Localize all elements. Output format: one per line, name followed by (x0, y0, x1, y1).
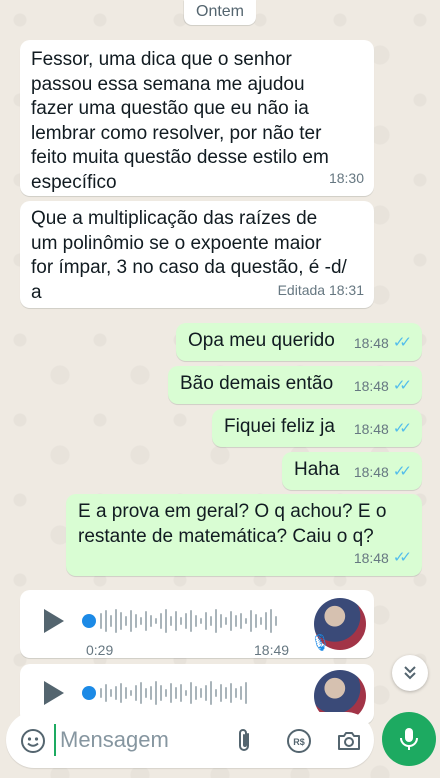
message-meta: 18:48 ✓✓ (354, 374, 412, 399)
message-time: 18:48 (353, 334, 389, 351)
playback-position-handle[interactable] (82, 614, 96, 628)
message-meta: 18:48 ✓✓ (354, 331, 412, 356)
message-bubble-outgoing[interactable]: Haha 18:48 ✓✓ (282, 452, 422, 490)
message-bubble-outgoing[interactable]: Bão demais então 18:48 ✓✓ (168, 366, 422, 404)
read-ticks-icon: ✓✓ (392, 548, 412, 566)
playback-position-handle[interactable] (82, 686, 96, 700)
mic-icon: 🎙 (310, 635, 331, 652)
message-meta: 18:48 ✓✓ (354, 546, 412, 571)
camera-icon[interactable] (336, 728, 362, 754)
message-bubble-outgoing[interactable]: Fiquei feliz ja 18:48 ✓✓ (212, 409, 422, 447)
message-bubble-incoming[interactable]: Que a multiplicação das raízes de um pol… (20, 201, 374, 308)
message-meta: 18:48 ✓✓ (354, 460, 412, 485)
date-divider: Ontem (183, 0, 257, 25)
read-ticks-icon: ✓✓ (392, 462, 412, 480)
message-text: Opa meu querido (188, 330, 335, 351)
message-meta: 18:30 (329, 166, 364, 191)
message-text: Bão demais então (180, 373, 334, 394)
message-time: Editada 18:31 (277, 281, 364, 298)
read-ticks-icon: ✓✓ (392, 419, 412, 437)
play-icon[interactable] (44, 609, 64, 633)
message-text: Fiquei feliz ja (224, 416, 335, 437)
scroll-to-bottom-button[interactable] (392, 655, 428, 691)
message-text: Fessor, uma dica que o senhor passou ess… (31, 49, 329, 193)
message-time: 18:48 (353, 463, 389, 480)
message-time: 18:30 (328, 169, 364, 186)
message-input[interactable] (54, 724, 224, 756)
message-time: 18:48 (353, 420, 389, 437)
mic-icon (400, 728, 418, 750)
read-ticks-icon: ✓✓ (392, 376, 412, 394)
waveform[interactable] (100, 678, 247, 708)
message-bubble-outgoing[interactable]: Opa meu querido 18:48 ✓✓ (176, 323, 422, 361)
message-meta: 18:48 ✓✓ (354, 417, 412, 442)
message-meta: Editada 18:31 (278, 278, 364, 303)
message-text: E a prova em geral? O q achou? E o resta… (78, 501, 387, 547)
message-time: 18:48 (353, 377, 389, 394)
double-chevron-down-icon (404, 666, 416, 680)
voice-duration: 0:29 (86, 642, 114, 658)
voice-record-button[interactable] (382, 712, 436, 766)
play-icon[interactable] (44, 681, 64, 705)
svg-text:R$: R$ (293, 737, 305, 747)
read-ticks-icon: ✓✓ (392, 333, 412, 351)
message-bubble-incoming[interactable]: Fessor, uma dica que o senhor passou ess… (20, 40, 374, 196)
sticker-icon[interactable] (20, 728, 46, 754)
attachment-icon[interactable] (232, 728, 258, 754)
waveform[interactable] (100, 606, 277, 636)
message-text: Haha (294, 459, 340, 480)
message-time: 18:48 (353, 549, 389, 566)
message-time: 18:49 (254, 642, 290, 658)
message-composer: R$ (6, 712, 374, 768)
payment-icon[interactable]: R$ (286, 728, 312, 754)
voice-message[interactable]: 0:29 18:49 🎙 (20, 590, 374, 658)
message-bubble-outgoing[interactable]: E a prova em geral? O q achou? E o resta… (66, 494, 422, 576)
